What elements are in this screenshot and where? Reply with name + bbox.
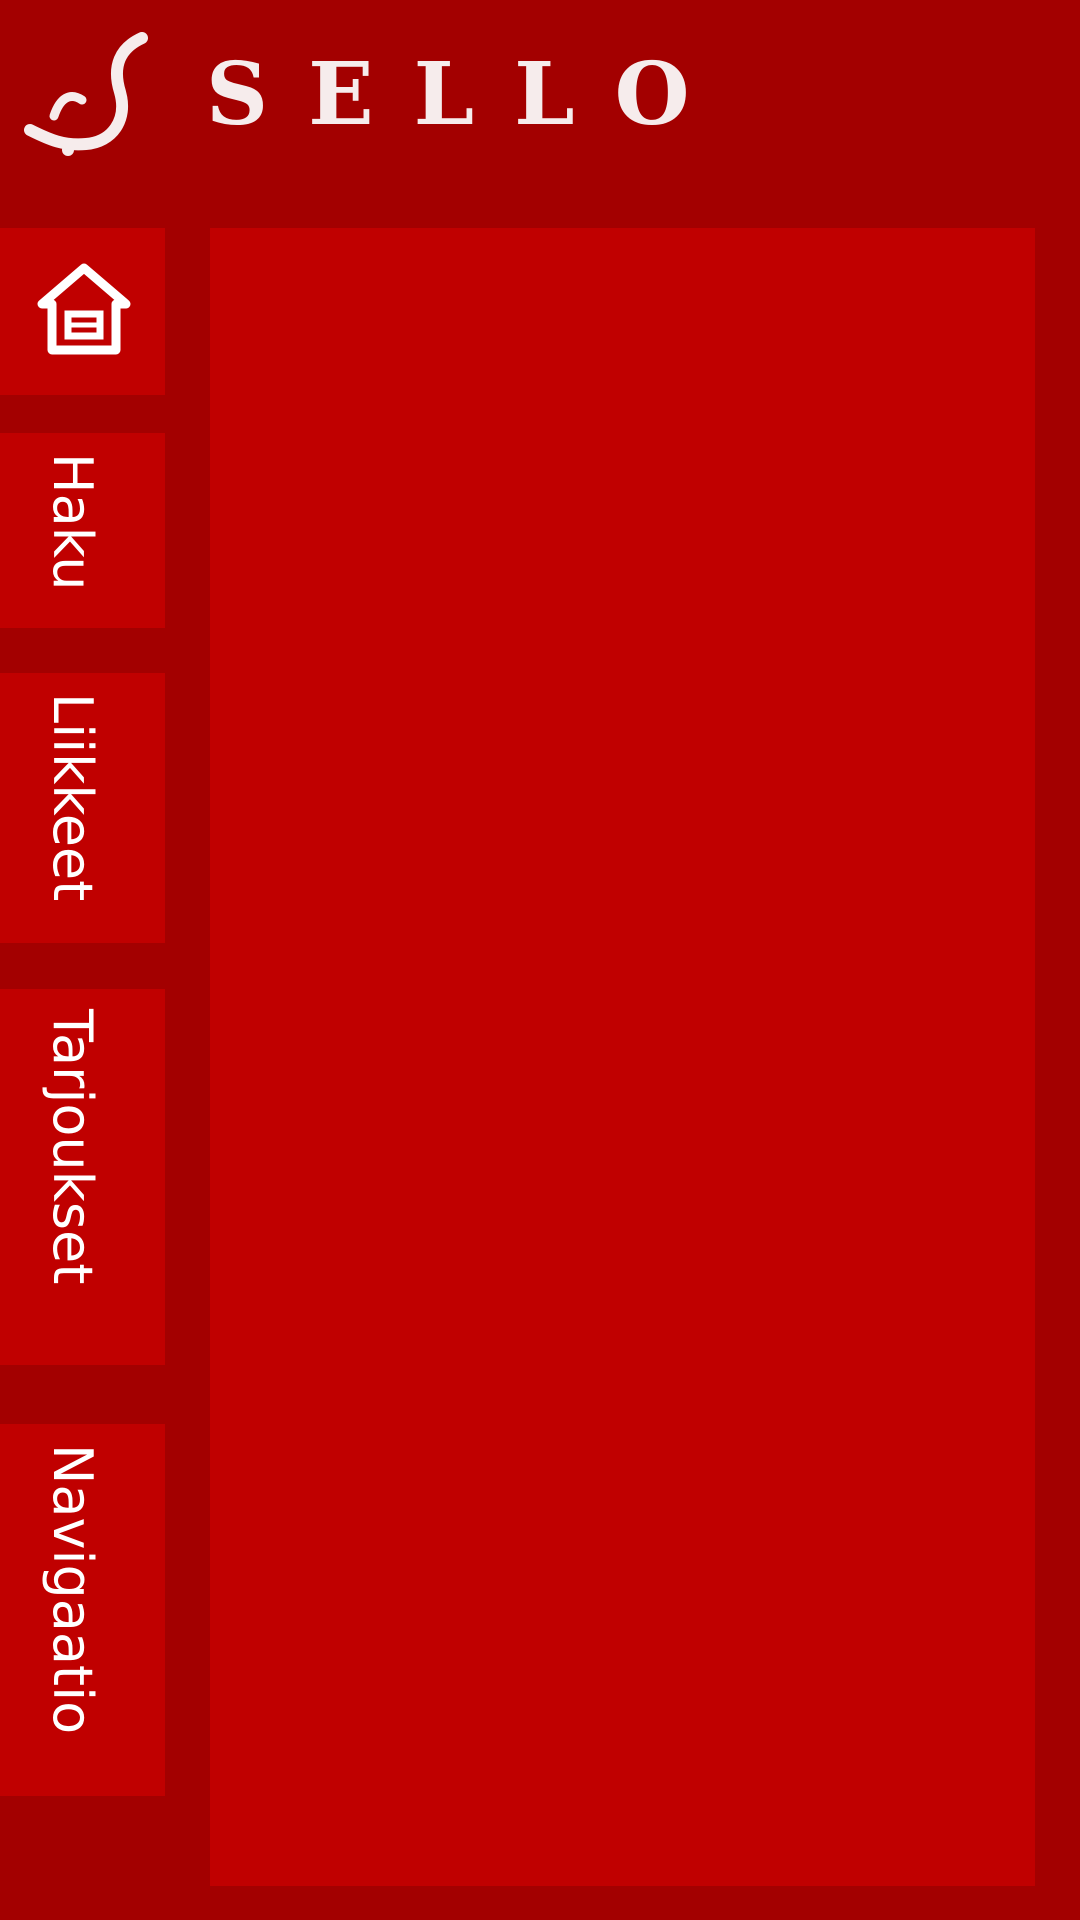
- app-header: SELLO: [0, 0, 1080, 200]
- nav-item-label: Liikkeet: [41, 693, 104, 902]
- content-panel: [210, 228, 1035, 1886]
- home-icon: [37, 263, 131, 355]
- nav-home-button[interactable]: [0, 228, 165, 395]
- app-window: SELLO Haku Liikkeet Tarjoukset Navigaati…: [0, 0, 1080, 1920]
- nav-item-label: Haku: [41, 453, 104, 591]
- sello-script-logo-icon: [24, 32, 148, 156]
- nav-item-tarjoukset[interactable]: Tarjoukset: [0, 989, 165, 1365]
- nav-item-label: Tarjoukset: [41, 1009, 104, 1285]
- brand-name: SELLO: [206, 44, 730, 145]
- nav-item-navigaatio[interactable]: Navigaatio: [0, 1424, 165, 1796]
- nav-item-liikkeet[interactable]: Liikkeet: [0, 673, 165, 943]
- nav-item-haku[interactable]: Haku: [0, 433, 165, 628]
- nav-item-label: Navigaatio: [41, 1444, 104, 1735]
